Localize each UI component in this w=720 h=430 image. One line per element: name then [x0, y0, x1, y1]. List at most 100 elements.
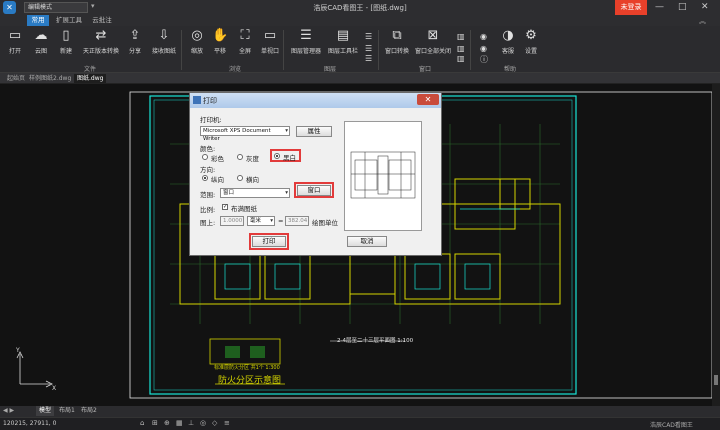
settings-icon: ⚙: [525, 28, 537, 43]
open-button[interactable]: ▭ 打开: [1, 28, 29, 55]
tab-cloud-annotation[interactable]: 云批注: [89, 15, 115, 26]
tab-start-page[interactable]: 起始页: [4, 74, 28, 83]
radio-color-label: 彩色: [211, 155, 224, 163]
lineweight-icon[interactable]: ≡: [224, 419, 230, 427]
paper-units-input[interactable]: 1.0000: [220, 216, 244, 226]
new-button[interactable]: ▯ 新建: [52, 28, 80, 55]
collapse-ribbon-icon[interactable]: ︽: [699, 16, 706, 26]
window-small-icon[interactable]: ▥: [457, 32, 465, 41]
radio-portrait[interactable]: [202, 175, 208, 181]
layout-nav-arrows[interactable]: ◀ ▶: [3, 407, 14, 414]
grid-icon[interactable]: ▦: [176, 419, 183, 427]
login-button[interactable]: 未登录: [615, 0, 647, 15]
radio-black-white-label: 黑白: [283, 154, 296, 162]
radio-landscape-label: 横向: [246, 176, 259, 184]
receive-drawing-button[interactable]: ⇩ 接收图纸: [147, 28, 181, 55]
scale-label: 比例:: [200, 206, 216, 214]
window-button[interactable]: 窗口: [297, 185, 331, 196]
dialog-title: 打印: [203, 97, 217, 105]
close-icon[interactable]: ✕: [701, 2, 709, 12]
range-select[interactable]: 窗口 ▾: [220, 188, 290, 198]
paper-units-label: 图上:: [200, 219, 216, 227]
help-small-icon[interactable]: ◉: [480, 32, 487, 41]
print-preview: [344, 121, 422, 231]
tab-layout-1[interactable]: 布局1: [56, 406, 78, 416]
dialog-close-button[interactable]: ✕: [417, 94, 439, 105]
cloud-drawing-button[interactable]: ☁ 云图: [27, 28, 55, 55]
chevron-down-icon: ▾: [285, 190, 288, 196]
color-label: 颜色:: [200, 145, 216, 153]
polar-icon[interactable]: ◎: [200, 419, 206, 427]
window-small-icon[interactable]: ▥: [457, 54, 465, 63]
help-small-icon[interactable]: ◉: [480, 44, 487, 53]
radio-color[interactable]: [202, 154, 208, 160]
close-all-windows-button[interactable]: ⊠ 窗口全部关闭: [411, 28, 455, 55]
properties-button[interactable]: 属性: [296, 126, 332, 137]
tab-current-drawing[interactable]: 图纸.dwg: [74, 74, 107, 83]
layout-tab-strip: [0, 406, 720, 417]
layer-small-icon[interactable]: ☰: [365, 32, 372, 41]
printer-label: 打印机:: [200, 116, 222, 124]
cancel-button[interactable]: 取消: [347, 236, 387, 247]
drawing-units-input[interactable]: 382.04: [285, 216, 309, 226]
single-viewport-icon: ▭: [263, 28, 277, 43]
tab-layout-2[interactable]: 布局2: [78, 406, 100, 416]
cloud-icon: ☁: [34, 28, 48, 43]
coordinate-readout: 120215, 27911, 0: [3, 420, 57, 427]
tab-sample-drawing[interactable]: 样例图纸2.dwg: [26, 74, 74, 83]
printer-icon: [193, 96, 201, 104]
ucs-icon: [16, 351, 53, 388]
layer-small-icon[interactable]: ☰: [365, 44, 372, 53]
vertical-scrollbar[interactable]: [712, 84, 720, 406]
window-small-icon[interactable]: ▥: [457, 44, 465, 53]
chevron-down-icon: ▾: [285, 128, 288, 134]
fit-to-paper-label: 布满图纸: [231, 205, 257, 213]
fire-zone-fill: [250, 346, 265, 358]
zoom-icon: ◎: [191, 28, 203, 43]
group-separator: [378, 30, 379, 70]
share-button[interactable]: ⇪ 分享: [121, 28, 149, 55]
chevron-down-icon: ▾: [270, 218, 273, 224]
status-icon[interactable]: ⊞: [152, 419, 158, 427]
snap-icon[interactable]: ⊕: [164, 419, 170, 427]
radio-black-white[interactable]: [274, 153, 280, 159]
group-label-browse: 浏览: [228, 66, 241, 73]
customer-service-icon: ◑: [502, 28, 514, 43]
minimize-icon[interactable]: —: [655, 2, 664, 12]
tianzheng-convert-button[interactable]: ⇄ 天正版本转换: [79, 28, 123, 55]
share-icon: ⇪: [129, 28, 141, 43]
fullscreen-button[interactable]: ⛶ 全屏: [231, 28, 259, 55]
layer-manager-button[interactable]: ☰ 图层管理器: [286, 28, 326, 55]
object-snap-icon[interactable]: ◇: [212, 419, 217, 427]
settings-button[interactable]: ⚙ 设置: [517, 28, 545, 55]
dialog-title-bar[interactable]: [190, 93, 441, 108]
receive-icon: ⇩: [158, 28, 170, 43]
layer-manager-icon: ☰: [300, 28, 312, 43]
single-viewport-button[interactable]: ▭ 单视口: [256, 28, 284, 55]
radio-grayscale[interactable]: [237, 154, 243, 160]
unit-select[interactable]: 毫米 ▾: [247, 216, 275, 226]
fire-zone-subtitle: 标准层防火分区 共1个 1:300: [214, 365, 280, 371]
scrollbar-thumb[interactable]: [714, 375, 718, 385]
folder-open-icon: ▭: [8, 28, 22, 43]
tab-extended-tools[interactable]: 扩展工具: [53, 15, 85, 26]
group-separator: [470, 30, 471, 70]
status-icon[interactable]: ⌂: [140, 419, 144, 427]
layer-toolbar-button[interactable]: ▤ 图层工具栏: [325, 28, 361, 55]
group-label-window: 窗口: [418, 66, 431, 73]
print-button[interactable]: 打印: [252, 236, 286, 247]
pan-button[interactable]: ✋ 平移: [206, 28, 234, 55]
window-switch-button[interactable]: ⧉ 窗口转换: [380, 28, 414, 55]
tab-home[interactable]: 常用: [27, 15, 49, 26]
radio-landscape[interactable]: [237, 175, 243, 181]
fit-to-paper-checkbox[interactable]: ✓: [222, 204, 228, 210]
convert-icon: ⇄: [95, 28, 107, 43]
maximize-icon[interactable]: □: [678, 2, 687, 12]
tab-model[interactable]: 模型: [36, 406, 55, 416]
ortho-icon[interactable]: ⊥: [188, 419, 194, 427]
fire-zone-plan: [209, 338, 281, 365]
preview-drawing: [350, 151, 416, 199]
radio-grayscale-label: 灰度: [246, 155, 259, 163]
layer-small-icon[interactable]: ☰: [365, 54, 372, 63]
printer-select[interactable]: Microsoft XPS Document Writer ▾: [200, 126, 290, 142]
